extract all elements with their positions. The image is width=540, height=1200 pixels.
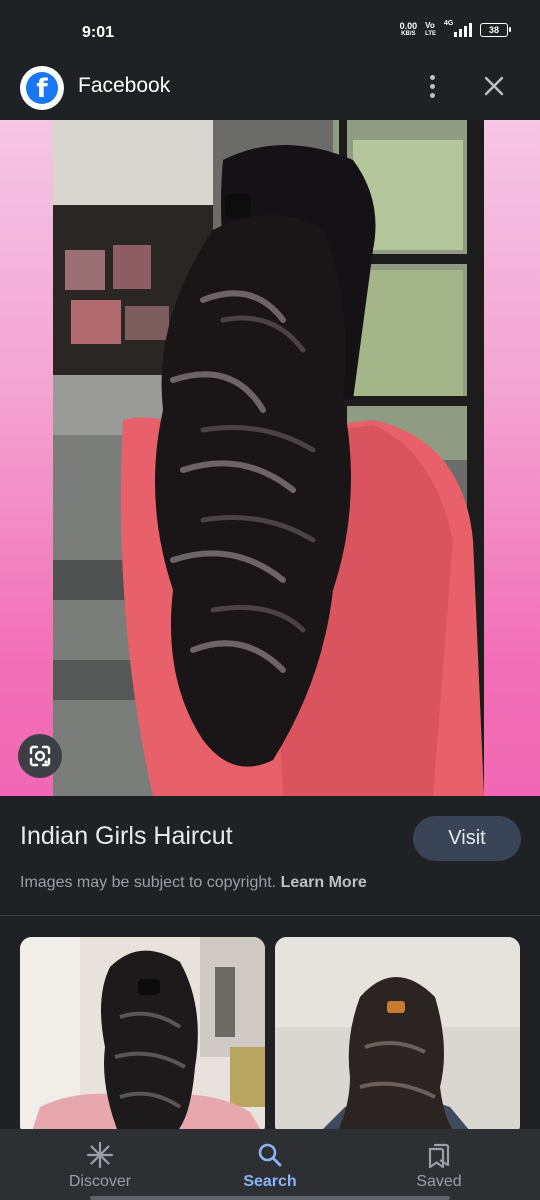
google-lens-icon [29,745,51,767]
visit-button[interactable]: Visit [413,816,521,861]
more-vert-icon[interactable] [420,72,444,100]
close-icon[interactable] [480,72,508,100]
nav-discover-label: Discover [68,1173,132,1190]
image-preview[interactable] [0,120,540,796]
copyright-notice: Images may be subject to copyright. Lear… [20,874,367,892]
home-indicator[interactable] [90,1196,450,1200]
facebook-logo-letter: f [36,74,48,104]
bottom-navigation: Discover Search Saved [0,1129,540,1200]
facebook-logo-icon: f [20,66,64,110]
nav-saved[interactable]: Saved [379,1141,499,1191]
bookmarks-icon [428,1143,450,1169]
nav-saved-label: Saved [416,1173,462,1190]
volte-bottom: LTE [425,31,436,37]
divider [0,915,540,916]
signal-icon: 4G [444,20,472,37]
status-icons: 0.00 KB/S Vo LTE 4G 38 [400,20,511,38]
source-header: f Facebook [0,60,540,120]
nav-search[interactable]: Search [210,1141,330,1191]
volte-indicator: Vo LTE [425,22,436,38]
hair-photo[interactable] [53,120,484,796]
screen: 9:01 0.00 KB/S Vo LTE 4G 38 f Facebook I… [0,0,540,1200]
related-image-1[interactable] [20,937,265,1137]
network-type: 4G [444,20,454,27]
related-image-2[interactable] [275,937,520,1137]
nav-discover[interactable]: Discover [40,1141,160,1191]
volte-top: Vo [425,21,435,30]
source-site-name[interactable]: Facebook [78,74,170,98]
network-speed-value: 0.00 [399,21,418,31]
search-icon [258,1143,282,1167]
nav-search-label: Search [243,1173,297,1190]
battery-level: 38 [488,25,499,35]
status-time: 9:01 [82,24,115,41]
learn-more-link[interactable]: Learn More [281,874,367,891]
google-lens-button[interactable] [18,734,62,778]
battery-icon: 38 [480,23,511,37]
image-title: Indian Girls Haircut [20,822,233,850]
network-speed-unit: KB/S [401,31,416,37]
status-bar: 9:01 0.00 KB/S Vo LTE 4G 38 [0,0,540,60]
copyright-text: Images may be subject to copyright. [20,874,277,891]
network-speed: 0.00 KB/S [400,22,418,38]
asterisk-icon [86,1141,114,1169]
